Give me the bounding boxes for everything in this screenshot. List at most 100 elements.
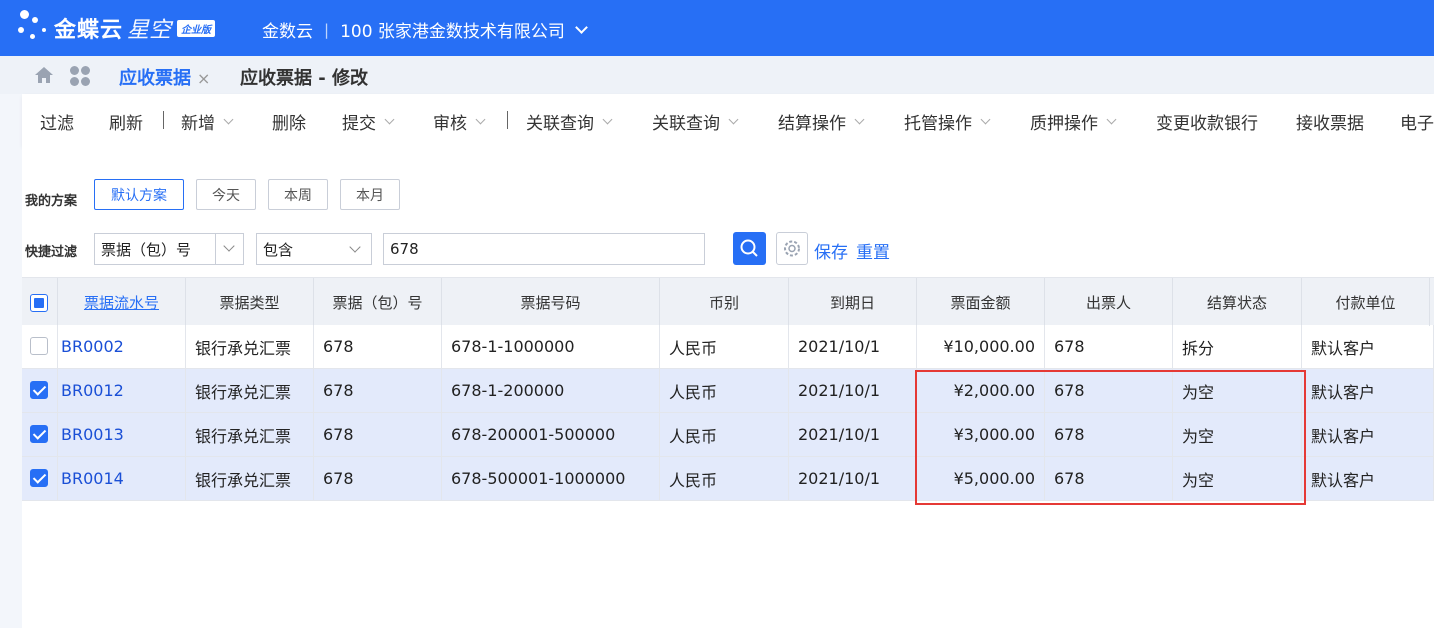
receive-bill-button[interactable]: 接收票据 [1296,109,1364,134]
top-bar: 金蝶云 星空 企业版 金数云 | 100 张家港金数技术有限公司 [0,0,1434,56]
tab-receivable-bills-edit[interactable]: 应收票据 - 修改 [240,64,368,90]
new-button[interactable]: 新增 [181,109,234,134]
cell-drawer: 678 [1045,457,1173,500]
close-icon[interactable]: × [197,69,210,88]
electronic-button[interactable]: 电子 [1400,109,1434,134]
header-payer[interactable]: 付款单位 [1302,278,1430,326]
row-checkbox[interactable] [30,425,48,443]
row-select-cell [22,457,58,500]
row-checkbox[interactable] [30,469,48,487]
scheme-week-button[interactable]: 本周 [268,179,328,210]
cell-amount: ¥10,000.00 [917,325,1045,368]
cell-package-no: 678 [314,325,442,368]
filter-value-text: 678 [390,240,419,258]
cell-settlement-status: 为空 [1173,369,1302,412]
cell-payer: 默认客户 [1302,413,1434,456]
dropdown-toggle[interactable] [215,234,243,264]
cell-settlement-status: 拆分 [1173,325,1302,368]
table-row[interactable]: BR0014 银行承兑汇票 678 678-500001-1000000 人民币 2021… [22,457,1434,501]
chevron-down-icon[interactable] [384,114,395,125]
cell-payer: 默认客户 [1302,457,1434,500]
cell-type: 银行承兑汇票 [186,413,314,456]
logo-dots-icon [16,6,52,50]
header-type[interactable]: 票据类型 [186,278,314,326]
home-icon[interactable] [34,66,54,84]
tab-label: 应收票据 - 修改 [240,68,369,89]
cell-amount: ¥3,000.00 [917,413,1045,456]
chevron-down-icon[interactable] [854,114,865,125]
refresh-button[interactable]: 刷新 [109,109,143,134]
apps-grid-icon[interactable] [70,66,90,86]
filter-value-input[interactable]: 678 [383,233,705,265]
related-query-button-2[interactable]: 关联查询 [652,109,739,134]
cell-package-no: 678 [314,457,442,500]
settlement-button[interactable]: 结算操作 [778,109,865,134]
cell-serial[interactable]: BR0002 [58,325,186,368]
header-due-date[interactable]: 到期日 [789,278,917,326]
filter-field-select[interactable]: 票据（包）号 [94,233,244,265]
header-serial[interactable]: 票据流水号 [58,278,186,326]
filter-field-value: 票据（包）号 [101,240,192,259]
pledge-button[interactable]: 质押操作 [1030,109,1117,134]
change-bank-button[interactable]: 变更收款银行 [1156,109,1258,134]
header-package-no[interactable]: 票据（包）号 [314,278,442,326]
cell-currency: 人民币 [660,369,789,412]
cell-currency: 人民币 [660,457,789,500]
row-checkbox[interactable] [30,337,48,355]
cell-drawer: 678 [1045,413,1173,456]
filter-operator-select[interactable]: 包含 [256,233,372,265]
cell-type: 银行承兑汇票 [186,325,314,368]
tabs-bar: 应收票据 × 应收票据 - 修改 [0,56,1434,99]
chevron-down-icon[interactable] [575,20,588,34]
toolbar-divider [163,111,164,129]
scheme-month-button[interactable]: 本月 [340,179,400,210]
table-row[interactable]: BR0002 银行承兑汇票 678 678-1-1000000 人民币 2021/10/1… [22,325,1434,369]
brand-sub: 星空 [127,18,172,43]
chevron-down-icon[interactable] [223,114,234,125]
cell-bill-number: 678-500001-1000000 [442,457,660,500]
filter-button[interactable]: 过滤 [40,109,74,134]
brand-logo[interactable]: 金蝶云 星空 企业版 [16,6,216,50]
cell-payer: 默认客户 [1302,369,1434,412]
header-currency[interactable]: 币别 [660,278,789,326]
filter-settings-button[interactable] [776,232,808,265]
custody-button[interactable]: 托管操作 [904,109,991,134]
cell-serial[interactable]: BR0014 [58,457,186,500]
search-icon [740,239,758,257]
delete-button[interactable]: 删除 [272,109,306,134]
chevron-down-icon[interactable] [475,114,486,125]
gear-icon [784,240,800,257]
submit-button[interactable]: 提交 [342,109,395,134]
org-switcher[interactable]: 金数云 | 100 张家港金数技术有限公司 [262,17,588,42]
cell-drawer: 678 [1045,325,1173,368]
chevron-down-icon[interactable] [728,114,739,125]
tab-label: 应收票据 [119,68,191,89]
table-row[interactable]: BR0012 银行承兑汇票 678 678-1-200000 人民币 2021/10/1 ¥… [22,369,1434,413]
header-amount[interactable]: 票面金额 [917,278,1045,326]
chevron-down-icon[interactable] [980,114,991,125]
cell-serial[interactable]: BR0013 [58,413,186,456]
toolbar: 过滤 刷新 新增 删除 提交 审核 关联查询 关联查询 结算操作 托管操作 质押… [22,94,1434,146]
org-separator: | [324,20,330,39]
cell-currency: 人民币 [660,413,789,456]
header-bill-number[interactable]: 票据号码 [442,278,660,326]
scheme-default-button[interactable]: 默认方案 [94,179,184,210]
header-settlement-status[interactable]: 结算状态 [1173,278,1302,326]
save-scheme-link[interactable]: 保存 [814,238,848,263]
cell-due-date: 2021/10/1 [789,413,917,456]
related-query-button[interactable]: 关联查询 [526,109,613,134]
cell-serial[interactable]: BR0012 [58,369,186,412]
table-row[interactable]: BR0013 银行承兑汇票 678 678-200001-500000 人民币 2021/… [22,413,1434,457]
select-all-checkbox[interactable] [30,294,48,312]
row-checkbox[interactable] [30,381,48,399]
cell-amount: ¥2,000.00 [917,369,1045,412]
chevron-down-icon[interactable] [602,114,613,125]
scheme-today-button[interactable]: 今天 [196,179,256,210]
cloud-name: 金数云 [262,22,313,42]
toolbar-divider [507,111,508,129]
search-button[interactable] [733,232,766,265]
audit-button[interactable]: 审核 [433,109,486,134]
header-drawer[interactable]: 出票人 [1045,278,1173,326]
chevron-down-icon[interactable] [1106,114,1117,125]
reset-link[interactable]: 重置 [856,238,890,263]
